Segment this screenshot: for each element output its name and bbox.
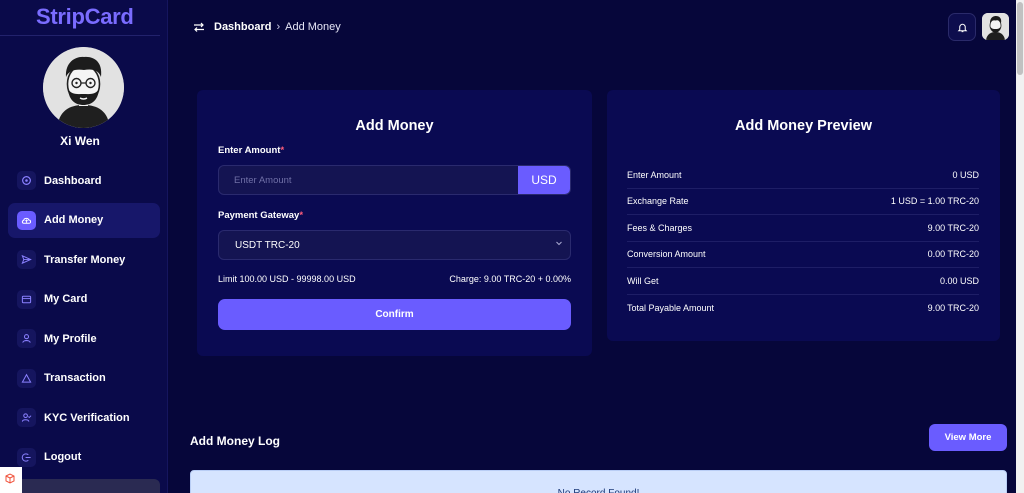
preview-label: Total Payable Amount (627, 302, 715, 313)
sidebar-item-label: Transaction (44, 372, 106, 384)
avatar[interactable] (43, 47, 124, 128)
laravel-icon (5, 473, 15, 484)
preview-row-will-get: Will Get 0.00 USD (627, 268, 979, 295)
payment-gateway-select[interactable]: USDT TRC-20 (218, 230, 571, 260)
sidebar-nav: Dashboard Add Money Transfer Money My Ca… (8, 163, 160, 479)
divider (0, 35, 160, 36)
sidebar-item-label: Add Money (44, 214, 104, 226)
sidebar-item-label: My Profile (44, 332, 97, 345)
sidebar-item-my-card[interactable]: My Card (8, 282, 160, 317)
preview-value: 0.00 TRC-20 (927, 249, 979, 260)
preview-value: 0.00 USD (939, 275, 979, 286)
breadcrumb-current: Add Money (285, 21, 341, 33)
sidebar-item-my-profile[interactable]: My Profile (8, 321, 160, 356)
add-money-card: Add Money Enter Amount* USD Payment Gate… (197, 90, 592, 356)
sidebar-item-label: Transfer Money (44, 253, 126, 266)
preview-label: Fees & Charges (627, 222, 693, 233)
card-title: Add Money Preview (735, 118, 872, 134)
cloud-upload-icon (17, 210, 36, 230)
brand-logo[interactable]: StripCard (36, 4, 134, 30)
triangle-icon (17, 368, 36, 388)
sidebar-item-kyc-verification[interactable]: KYC Verification (8, 400, 160, 435)
sidebar-item-dashboard[interactable]: Dashboard (8, 163, 160, 198)
preview-value: 0 USD (952, 169, 979, 180)
charge-text: Charge: 9.00 TRC-20 + 0.00% (449, 274, 571, 284)
amount-input[interactable] (219, 166, 518, 194)
chevron-down-icon (556, 241, 562, 246)
preview-label: Will Get (627, 275, 659, 286)
notification-button[interactable] (948, 13, 976, 41)
chevron-right-icon: › (276, 21, 281, 33)
breadcrumb: Dashboard › Add Money (214, 21, 341, 33)
preview-label: Conversion Amount (627, 249, 706, 260)
confirm-button[interactable]: Confirm (218, 299, 571, 330)
log-section-title: Add Money Log (190, 434, 280, 448)
required-mark: * (280, 145, 285, 156)
sidebar-item-label: Logout (44, 451, 82, 463)
bell-icon (957, 23, 967, 32)
menu-toggle-icon[interactable] (193, 21, 205, 33)
gateway-selected-value: USDT TRC-20 (235, 239, 300, 251)
sidebar-item-transaction[interactable]: Transaction (8, 361, 160, 396)
sidebar: StripCard Xi Wen Dashboard Add Money Tra… (0, 0, 168, 493)
sidebar-item-add-money[interactable]: Add Money (8, 202, 160, 238)
sidebar-item-label: My Card (44, 293, 88, 305)
amount-label: Enter Amount* (218, 145, 284, 156)
preview-row-fees-charges: Fees & Charges 9.00 TRC-20 (627, 215, 979, 242)
user-name: Xi Wen (60, 134, 100, 148)
preview-value: 9.00 TRC-20 (927, 222, 979, 233)
scrollbar-thumb[interactable] (1017, 2, 1023, 75)
sidebar-item-logout[interactable]: Logout (8, 440, 160, 475)
preview-row-exchange-rate: Exchange Rate 1 USD = 1.00 TRC-20 (627, 189, 979, 215)
send-icon (17, 250, 36, 269)
sidebar-item-label: Dashboard (44, 174, 102, 187)
profile-avatar-button[interactable] (982, 13, 1009, 40)
add-money-preview-card: Add Money Preview Enter Amount 0 USD Exc… (607, 90, 1000, 341)
card-title: Add Money (355, 118, 434, 134)
preview-label: Enter Amount (627, 169, 682, 180)
sidebar-item-transfer-money[interactable]: Transfer Money (8, 242, 160, 277)
required-mark: * (299, 210, 304, 221)
breadcrumb-home-link[interactable]: Dashboard (214, 21, 271, 33)
amount-label-text: Enter Amount (218, 145, 281, 156)
preview-row-conversion-amount: Conversion Amount 0.00 TRC-20 (627, 242, 979, 268)
card-icon (17, 289, 36, 309)
view-more-button[interactable]: View More (929, 424, 1007, 451)
sidebar-item-label: KYC Verification (44, 411, 130, 424)
currency-addon: USD (518, 166, 570, 194)
dashboard-icon (17, 171, 36, 190)
gateway-label-text: Payment Gateway (218, 210, 300, 221)
preview-value: 9.00 TRC-20 (927, 302, 979, 313)
amount-input-group: USD (218, 165, 571, 195)
empty-state-alert: No Record Found! (190, 470, 1007, 493)
preview-row-total-payable: Total Payable Amount 9.00 TRC-20 (627, 295, 979, 322)
avatar-illustration (982, 13, 1009, 40)
avatar-illustration (43, 47, 124, 128)
preview-row-enter-amount: Enter Amount 0 USD (627, 162, 979, 189)
preview-list: Enter Amount 0 USD Exchange Rate 1 USD =… (627, 162, 979, 321)
preview-value: 1 USD = 1.00 TRC-20 (890, 196, 979, 207)
limit-text: Limit 100.00 USD - 99998.00 USD (218, 274, 356, 284)
preview-label: Exchange Rate (627, 196, 689, 207)
user-check-icon (17, 408, 36, 427)
user-icon (17, 329, 36, 348)
logout-icon (17, 447, 36, 467)
debug-badge[interactable] (0, 467, 22, 493)
sidebar-footer-card (8, 479, 160, 493)
gateway-label: Payment Gateway* (218, 210, 303, 221)
